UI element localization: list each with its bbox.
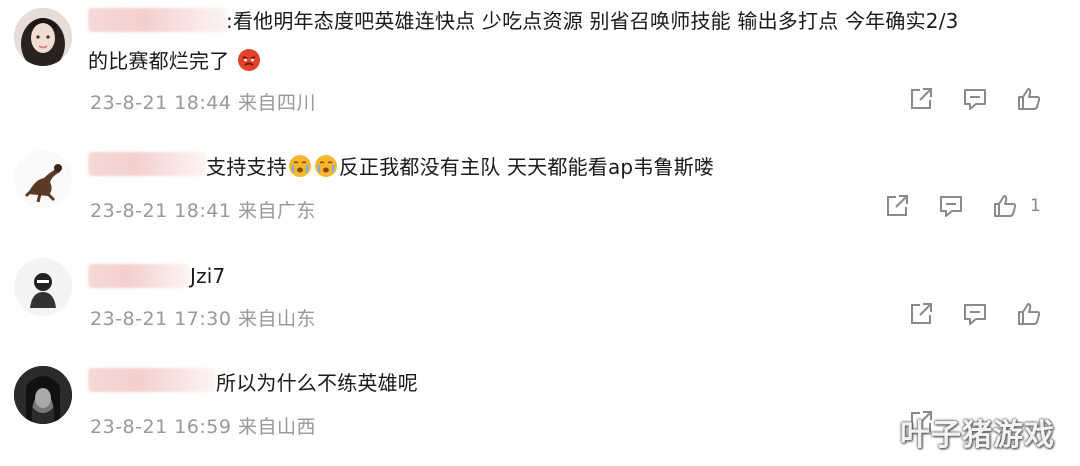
blurred-username[interactable] bbox=[88, 264, 190, 288]
like-icon[interactable] bbox=[991, 192, 1019, 220]
comment-icon[interactable] bbox=[961, 85, 989, 113]
timestamp: 23-8-21 17:30 bbox=[90, 308, 232, 330]
crying-face-icon bbox=[288, 154, 312, 178]
share-icon[interactable] bbox=[883, 192, 911, 220]
comment-icon[interactable] bbox=[937, 192, 965, 220]
angry-face-icon bbox=[237, 48, 261, 72]
comment-text: 支持支持 反正我都没有主队 天天都能看ap韦鲁斯喽 bbox=[206, 150, 714, 184]
blurred-username[interactable] bbox=[88, 8, 228, 32]
avatar[interactable] bbox=[14, 8, 72, 66]
avatar[interactable] bbox=[14, 150, 72, 208]
timestamp: 23-8-21 18:41 bbox=[90, 200, 232, 222]
comment-item-2: 支持支持 反正我都没有主队 天天都能看ap韦鲁斯喽 23-8-21 18:41 … bbox=[0, 140, 1080, 240]
avatar[interactable] bbox=[14, 366, 72, 424]
user-avatar-image bbox=[14, 150, 72, 208]
location: 来自山东 bbox=[238, 308, 317, 330]
location: 来自广东 bbox=[238, 200, 317, 222]
comment-meta: 23-8-21 18:41 来自广东 bbox=[90, 196, 316, 223]
comment-meta: 23-8-21 17:30 来自山东 bbox=[90, 304, 316, 331]
comment-text-part-2: 反正我都没有主队 天天都能看ap韦鲁斯喽 bbox=[338, 155, 715, 179]
timestamp: 23-8-21 18:44 bbox=[90, 92, 232, 114]
comment-text-line-2: 的比赛都烂完了 bbox=[88, 49, 230, 73]
share-icon[interactable] bbox=[907, 85, 935, 113]
blurred-username[interactable] bbox=[88, 368, 216, 392]
location: 来自四川 bbox=[238, 92, 317, 114]
location: 来自山西 bbox=[238, 416, 317, 438]
comment-icon[interactable] bbox=[961, 300, 989, 328]
comment-item-1: :看他明年态度吧英雄连快点 少吃点资源 别省召唤师技能 输出多打点 今年确实2/… bbox=[0, 0, 1080, 120]
crying-face-icon bbox=[314, 154, 338, 178]
comment-text-part-1: 支持支持 bbox=[206, 155, 287, 179]
comment-text-line-2-wrap: 的比赛都烂完了 bbox=[88, 44, 262, 78]
comment-text-line-1: :看他明年态度吧英雄连快点 少吃点资源 别省召唤师技能 输出多打点 今年确实2/… bbox=[226, 9, 959, 33]
comment-text: Jzi7 bbox=[190, 259, 225, 293]
user-avatar-image bbox=[14, 258, 72, 316]
like-icon[interactable] bbox=[1015, 85, 1043, 113]
share-icon[interactable] bbox=[907, 300, 935, 328]
comment-meta: 23-8-21 16:59 来自山西 bbox=[90, 412, 316, 439]
avatar[interactable] bbox=[14, 258, 72, 316]
user-avatar-image bbox=[14, 366, 72, 424]
watermark: 叶子猪游戏 bbox=[900, 418, 1055, 453]
like-count: 1 bbox=[1030, 196, 1041, 216]
comment-item-3: Jzi7 23-8-21 17:30 来自山东 bbox=[0, 252, 1080, 342]
user-avatar-image bbox=[14, 8, 72, 66]
comment-text-part-1: Jzi7 bbox=[190, 264, 226, 288]
comment-text-part-1: 所以为什么不练英雄呢 bbox=[216, 371, 418, 395]
blurred-username[interactable] bbox=[88, 152, 206, 176]
comment-meta: 23-8-21 18:44 来自四川 bbox=[90, 88, 316, 115]
timestamp: 23-8-21 16:59 bbox=[90, 416, 232, 438]
comment-text: 所以为什么不练英雄呢 bbox=[216, 366, 418, 400]
like-icon[interactable] bbox=[1015, 300, 1043, 328]
